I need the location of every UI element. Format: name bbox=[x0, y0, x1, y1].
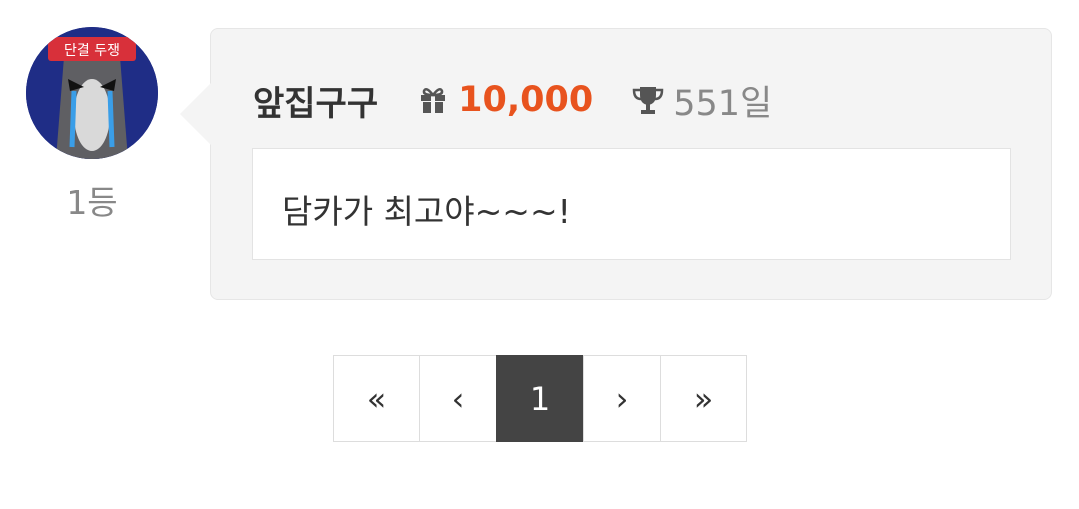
first-page-button[interactable]: « bbox=[333, 355, 420, 442]
comment-header: 앞집구구 10,000 551일 bbox=[253, 76, 773, 125]
comment-body: 담카가 최고야~~~! bbox=[252, 148, 1011, 260]
next-page-button[interactable]: › bbox=[583, 355, 661, 442]
user-name[interactable]: 앞집구구 bbox=[253, 76, 378, 125]
days-count: 551일 bbox=[673, 83, 773, 124]
page-1-button[interactable]: 1 bbox=[496, 355, 584, 442]
pagination: « ‹ 1 › » bbox=[333, 355, 747, 442]
points-value: 10,000 bbox=[458, 80, 594, 120]
prev-page-button[interactable]: ‹ bbox=[419, 355, 497, 442]
avatar-image: 단결 두쟁 bbox=[26, 27, 158, 159]
comment-rank-area: 단결 두쟁 1등 bbox=[26, 27, 158, 223]
last-page-button[interactable]: » bbox=[660, 355, 747, 442]
avatar[interactable]: 단결 두쟁 bbox=[26, 27, 158, 159]
comment-text: 담카가 최고야~~~! bbox=[282, 192, 571, 231]
gift-icon bbox=[418, 85, 448, 115]
rank-label: 1등 bbox=[66, 183, 118, 222]
comment-card: 앞집구구 10,000 551일 담카가 최고야~~~! bbox=[180, 28, 1052, 300]
trophy-icon bbox=[631, 83, 665, 117]
avatar-headband-text: 단결 두쟁 bbox=[64, 43, 120, 59]
card-pointer bbox=[180, 83, 211, 145]
